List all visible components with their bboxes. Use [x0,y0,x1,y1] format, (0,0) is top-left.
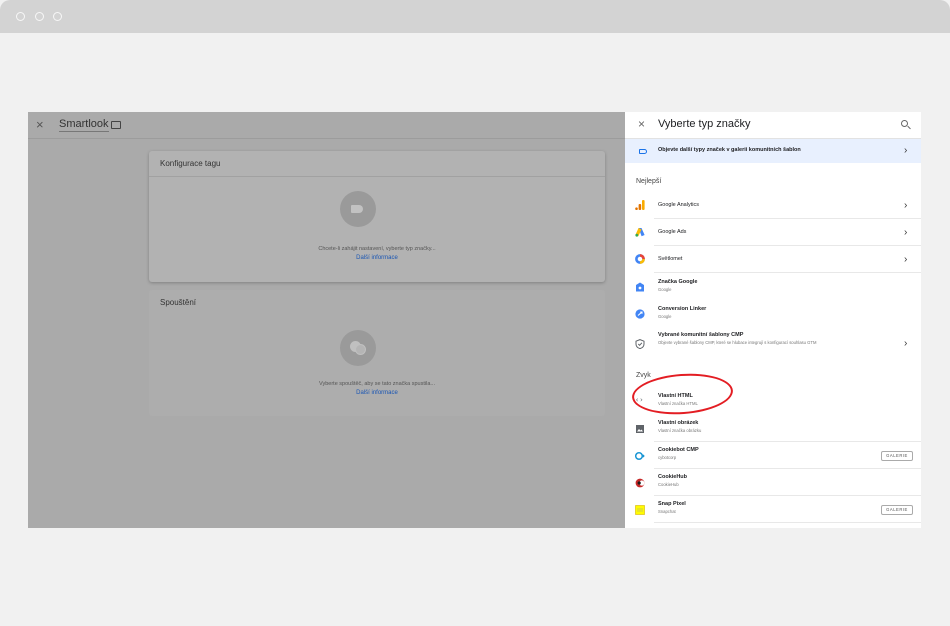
list-item-google-tag[interactable]: Značka Google Google [625,273,921,300]
google-ads-icon [635,228,645,237]
card-hint: Chcete-li zahájit nastavení, vyberte typ… [318,246,436,252]
trigger-placeholder-icon[interactable] [340,330,376,366]
item-name: Google Analytics [658,202,699,208]
list-item-custom-html[interactable]: ‹› Vlastní HTML Vlastní značka HTML [625,388,921,415]
tag-name-field[interactable]: Smartlook [59,118,109,132]
tag-type-picker: × Vyberte typ značky Objevte další typy … [625,112,921,528]
search-icon[interactable] [901,120,908,127]
banner-text: Objevte další typy značek v galerii komu… [658,147,801,153]
item-name: Cookiebot CMP [658,447,699,453]
tag-outline-icon [639,149,647,154]
item-vendor: Snapchat [658,509,676,514]
list-item-cookiebot[interactable]: Cookiebot CMP cybotcorp GALERIE [625,442,921,469]
item-name: Snap Pixel [658,501,686,507]
shield-icon [635,339,645,349]
tag-icon [351,205,363,213]
chevron-right-icon: › [904,227,908,238]
close-icon[interactable]: × [36,117,44,132]
item-name: Vlastní HTML [658,393,693,399]
item-description: Vlastní značka obrázku [658,428,702,433]
tag-editor-panel: × Smartlook Konfigurace tagu Chcete-li z… [28,112,625,528]
item-name: Vybrané komunitní šablony CMP [658,332,744,338]
tag-configuration-card[interactable]: Konfigurace tagu Chcete-li zahájit nasta… [149,151,605,282]
google-analytics-icon [635,200,645,210]
item-vendor: Google [658,314,672,319]
gallery-badge: GALERIE [881,451,913,461]
window-minimize-button[interactable] [35,12,44,21]
google-tag-icon [636,282,644,292]
community-gallery-banner[interactable]: Objevte další typy značek v galerii komu… [625,139,921,163]
tag-editor-header: × Smartlook [28,112,625,139]
item-name: Conversion Linker [658,306,707,312]
card-hint: Vyberte spouštěč, aby se tato značka spu… [319,381,435,387]
cookiebot-icon [635,451,645,461]
snapchat-icon [635,505,645,515]
chevron-right-icon: › [904,254,908,265]
gtm-app: × Smartlook Konfigurace tagu Chcete-li z… [28,112,921,528]
item-name: Světlomet [658,256,683,262]
window-close-button[interactable] [16,12,25,21]
cookiehub-icon [635,478,645,488]
item-description: Vlastní značka HTML [658,401,698,406]
close-icon[interactable]: × [638,117,645,131]
item-name: Značka Google [658,279,698,285]
item-vendor: cybotcorp [658,455,677,460]
learn-more-link[interactable]: Další informace [149,390,605,396]
section-heading-custom: Zvyk [636,372,651,379]
item-name: Google Ads [658,229,687,235]
item-description: Objevte vybrané šablony CMP, které se hl… [658,340,817,345]
list-item-snap-pixel[interactable]: Snap Pixel Snapchat GALERIE [625,496,921,523]
card-title: Spouštění [160,298,197,307]
list-item-custom-image[interactable]: Vlastní obrázek Vlastní značka obrázku [625,415,921,442]
folder-icon[interactable] [111,121,121,129]
triggering-card[interactable]: Spouštění Vyberte spouštěč, aby se tato … [149,290,605,416]
window-titlebar [0,0,950,33]
list-item-google-analytics[interactable]: Google Analytics › [625,192,921,219]
list-item-cmp-templates[interactable]: Vybrané komunitní šablony CMP Objevte vy… [625,327,921,361]
gallery-badge: GALERIE [881,505,913,515]
section-heading-best: Nejlepší [636,178,662,185]
item-vendor: Google [658,287,672,292]
tag-type-placeholder-icon[interactable] [340,191,376,227]
list-item-floodlight[interactable]: Světlomet › [625,246,921,273]
image-icon [636,425,644,433]
item-name: Vlastní obrázek [658,420,699,426]
list-item-cookiehub[interactable]: CookieHub CookieHub [625,469,921,496]
learn-more-link[interactable]: Další informace [149,255,605,261]
code-icon: ‹› [635,396,644,404]
window-zoom-button[interactable] [53,12,62,21]
chevron-right-icon: › [904,145,908,156]
item-vendor: CookieHub [658,482,679,487]
card-title: Konfigurace tagu [160,159,221,168]
list-item-conversion-linker[interactable]: Conversion Linker Google [625,300,921,327]
picker-header: × Vyberte typ značky [625,112,921,139]
conversion-linker-icon [635,309,645,319]
chevron-right-icon: › [904,200,908,211]
list-item-google-ads[interactable]: Google Ads › [625,219,921,246]
picker-title: Vyberte typ značky [658,118,751,130]
item-name: CookieHub [658,474,688,480]
floodlight-icon [635,254,645,264]
chevron-right-icon: › [904,338,908,349]
divider [149,176,605,177]
